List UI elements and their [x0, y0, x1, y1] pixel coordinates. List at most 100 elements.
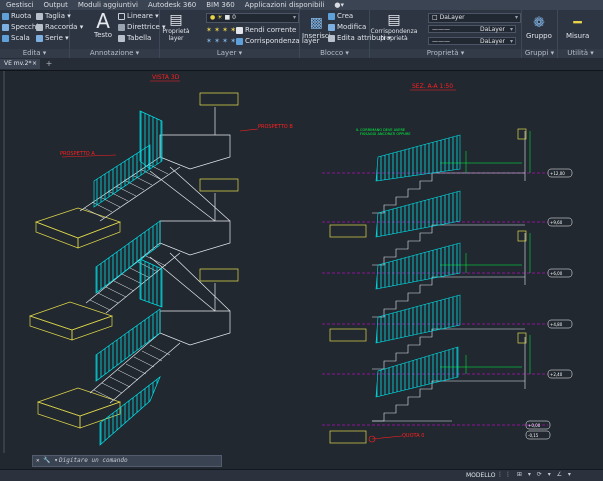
chevron-down-icon: ▾: [509, 26, 513, 33]
fillet-icon: [36, 23, 43, 31]
model-space-button[interactable]: MODELLO: [466, 471, 496, 480]
scale-icon: [2, 34, 9, 42]
panel-title-utilities[interactable]: Utilità ▾: [558, 49, 603, 58]
menu-output[interactable]: Output: [44, 1, 68, 9]
menu-moduli-aggiuntivi[interactable]: Moduli aggiuntivi: [78, 1, 138, 9]
panel-title-groups[interactable]: Gruppi ▾: [522, 49, 557, 58]
edit-attributes-icon: [328, 34, 335, 42]
note-line-2: FISSAGGI ANCORATI OPPURE: [360, 132, 411, 136]
level-marker: +6,00: [547, 268, 573, 278]
level-marker: +2,40: [547, 369, 573, 379]
chevron-down-icon: ▾: [509, 38, 513, 45]
menu-more[interactable]: ●▾: [334, 1, 344, 9]
panel-modify: Ruota Taglia ▾ Specchio Raccorda ▾ Scala…: [0, 10, 83, 58]
edit-block-button[interactable]: Modifica: [328, 23, 366, 31]
layer-stack-icon: ▤: [169, 12, 183, 28]
group-button[interactable]: ❁ Gruppo: [526, 14, 552, 40]
layer-tools-row2[interactable]: ✶ ✶ ✶ ✶: [206, 37, 236, 45]
linear-dim-button[interactable]: Lineare ▾: [118, 12, 159, 20]
linetype-dropdown[interactable]: ——— DaLayer ▾: [428, 25, 516, 33]
svg-text:+9,60: +9,60: [550, 220, 563, 225]
layer-dropdown[interactable]: ● ☀ ■ 0 ▾: [206, 13, 299, 23]
match-properties-icon: ▤: [387, 12, 401, 28]
rotate-icon: [2, 12, 9, 20]
edit-block-icon: [328, 23, 335, 31]
linear-dim-icon: [118, 12, 125, 20]
lineweight-dropdown[interactable]: ——— DaLayer ▾: [428, 37, 516, 45]
level-marker: +0,00: [525, 420, 551, 430]
scale-button[interactable]: Scala: [2, 34, 30, 42]
ribbon: Ruota Taglia ▾ Specchio Raccorda ▾ Scala…: [0, 10, 603, 58]
panel-title-block[interactable]: Blocco ▾: [300, 49, 369, 58]
mirror-icon: [2, 23, 9, 31]
panel-layers: ▤ Proprietà layer ● ☀ ■ 0 ▾ Rendi corren…: [160, 10, 320, 58]
new-tab-button[interactable]: +: [44, 59, 54, 69]
leader-button[interactable]: Direttrice ▾: [118, 23, 166, 31]
panel-properties: ▤ Corrispondenza proprietà □ DaLayer ▾ —…: [370, 10, 522, 58]
layer-match-icon: [236, 37, 243, 45]
color-square-icon: □: [432, 14, 438, 21]
menu-applicazioni[interactable]: Applicazioni disponibili: [245, 1, 325, 9]
prospetto-b-label: PROSPETTO B: [258, 124, 293, 130]
level-marker: -0,15: [525, 430, 551, 440]
menu-gestisci[interactable]: Gestisci: [6, 1, 34, 9]
panel-groups: ❁ Gruppo Gruppi ▾: [522, 10, 558, 58]
create-block-icon: [328, 12, 335, 20]
quota-label: QUOTA 0: [402, 433, 424, 439]
svg-text:+2,40: +2,40: [550, 372, 563, 377]
array-button[interactable]: Serie ▾: [36, 34, 69, 42]
measure-icon: ━: [573, 15, 582, 31]
status-bar: MODELLO ⋮⋮ ⊞ ▾ ⟳ ▾ ∠ ▾: [0, 469, 603, 481]
level-marker: +4,80: [547, 319, 573, 329]
text-icon: A: [96, 9, 110, 33]
trim-icon: [36, 12, 43, 20]
drawing-canvas[interactable]: VISTA 3D PROSPETTO A PROSPETTO B SEZ. A-…: [0, 71, 603, 453]
level-marker: +12,00: [547, 168, 573, 178]
rotate-button[interactable]: Ruota: [2, 12, 31, 20]
panel-utilities: ━ Misura Utilità ▾: [558, 10, 603, 58]
chevron-down-icon: ▾: [292, 14, 296, 21]
panel-title-layers[interactable]: Layer ▾: [160, 49, 299, 58]
command-input[interactable]: Digitare un comando: [59, 457, 128, 464]
close-icon[interactable]: ×: [32, 59, 37, 69]
svg-text:+4,80: +4,80: [550, 322, 563, 327]
linetype-icon: ———: [432, 26, 450, 33]
panel-block: ▩ Inserisci Crea Modifica Edita attribut…: [300, 10, 391, 58]
panel-annotation: A Testo Lineare ▾ Direttrice ▾ Tabella A…: [70, 10, 166, 58]
view3d-title: VISTA 3D: [152, 74, 180, 81]
menu-bar: Gestisci Output Moduli aggiuntivi Autode…: [0, 0, 603, 10]
lineweight-icon: ———: [432, 38, 450, 45]
color-dropdown[interactable]: □ DaLayer ▾: [428, 13, 521, 23]
make-current-button[interactable]: Rendi corrente: [236, 26, 296, 34]
measure-button[interactable]: ━ Misura: [566, 14, 589, 40]
menu-bim-360[interactable]: BIM 360: [206, 1, 235, 9]
color-swatch-icon: ■: [224, 14, 231, 21]
file-tab[interactable]: VE mv.2* ×: [0, 59, 40, 69]
trim-button[interactable]: Taglia ▾: [36, 12, 71, 20]
svg-text:-0,15: -0,15: [528, 433, 539, 438]
command-line[interactable]: ✕ 🔧 ▾ Digitare un comando: [32, 455, 222, 467]
lightbulb-icon: ●: [210, 14, 216, 21]
insert-button[interactable]: ▩ Inserisci: [302, 14, 331, 40]
table-button[interactable]: Tabella: [118, 34, 151, 42]
status-toggle-icons[interactable]: ⋮⋮ ⊞ ▾ ⟳ ▾ ∠ ▾: [497, 470, 573, 480]
check-icon: [236, 26, 243, 34]
layer-properties-button[interactable]: ▤ Proprietà layer: [162, 12, 190, 42]
leader-icon: [118, 23, 125, 31]
match-properties-button[interactable]: ▤ Corrispondenza proprietà: [371, 12, 418, 42]
menu-autodesk-360[interactable]: Autodesk 360: [148, 1, 196, 9]
text-button[interactable]: A Testo: [94, 11, 112, 39]
svg-text:+6,00: +6,00: [550, 271, 563, 276]
layer-tools-row1[interactable]: ✶ ✶ ✶ ✶: [206, 26, 236, 34]
section-footings: [329, 128, 527, 444]
svg-text:+0,00: +0,00: [528, 423, 541, 428]
panel-title-properties[interactable]: Proprietà ▾: [370, 49, 521, 58]
table-icon: [118, 34, 125, 42]
cad-drawing: VISTA 3D PROSPETTO A PROSPETTO B SEZ. A-…: [3, 71, 573, 453]
panel-title-modify[interactable]: Edita ▾: [0, 49, 69, 58]
panel-title-annotation[interactable]: Annotazione ▾: [70, 49, 159, 58]
insert-icon: ▩: [309, 15, 323, 31]
create-block-button[interactable]: Crea: [328, 12, 353, 20]
section-title: SEZ. A-A 1:50: [412, 83, 453, 90]
command-line-icons[interactable]: ✕ 🔧 ▾: [36, 456, 58, 466]
